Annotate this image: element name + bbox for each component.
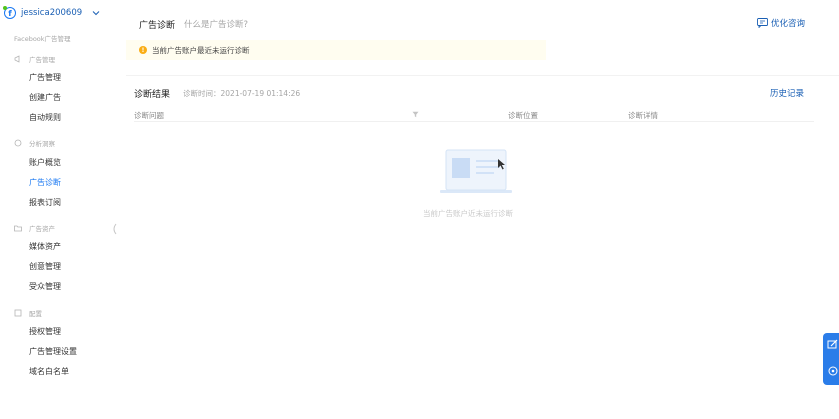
group-ad-assets: 广告资产	[14, 223, 55, 233]
sidebar-item-media-assets[interactable]: 媒体资产	[29, 241, 61, 252]
sidebar-item-authorization[interactable]: 授权管理	[29, 326, 61, 337]
column-header-issue: 诊断问题	[134, 111, 164, 120]
group-label: 广告管理	[29, 56, 55, 64]
what-is-diagnosis-link[interactable]: 什么是广告诊断?	[184, 18, 248, 30]
page-title: 广告诊断	[139, 21, 176, 31]
edit-feedback-icon[interactable]	[827, 339, 839, 351]
chat-edit-icon	[757, 18, 768, 28]
group-insights: 分析洞察	[14, 138, 55, 148]
sidebar-item-ad-management[interactable]: 广告管理	[29, 72, 61, 83]
sidebar-item-account-overview[interactable]: 账户概览	[29, 157, 61, 168]
column-header-details: 诊断详情	[628, 111, 658, 120]
sidebar-item-ad-diagnosis[interactable]: 广告诊断	[29, 177, 61, 188]
collapse-sidebar-icon[interactable]	[110, 223, 118, 235]
folder-icon	[14, 225, 22, 232]
sidebar-item-auto-rules[interactable]: 自动规则	[29, 112, 61, 123]
group-label: 分析洞察	[29, 140, 55, 148]
history-link[interactable]: 历史记录	[770, 87, 804, 99]
filter-icon[interactable]	[412, 111, 419, 118]
warning-text: 当前广告账户最近未运行诊断	[152, 46, 250, 55]
sidebar-item-domain-whitelist[interactable]: 域名白名单	[29, 366, 69, 377]
customer-service-icon[interactable]	[827, 365, 839, 377]
table-header-divider	[134, 121, 814, 122]
warning-icon: !	[139, 46, 147, 54]
sidebar-item-creative-management[interactable]: 创意管理	[29, 261, 61, 272]
results-title: 诊断结果	[134, 90, 171, 100]
group-label: 广告资产	[29, 225, 55, 233]
chart-icon	[14, 139, 22, 147]
consult-label: 优化咨询	[771, 19, 806, 29]
account-switcher[interactable]: f jessica200609	[3, 5, 83, 21]
group-label: 配置	[29, 310, 42, 318]
account-name: jessica200609	[21, 8, 83, 18]
sidebar-item-create-ad[interactable]: 创建广告	[29, 92, 61, 103]
diagnosis-time: 诊断时间：2021-07-19 01:14:26	[183, 89, 301, 98]
floating-support-widget[interactable]	[823, 333, 839, 385]
optimize-consult-button[interactable]: 优化咨询	[757, 17, 805, 29]
brand-label: Facebook广告管理	[14, 35, 71, 43]
group-ad-management: 广告管理	[14, 54, 55, 64]
facebook-logo-icon: f	[3, 6, 16, 19]
chevron-down-icon[interactable]	[92, 9, 100, 17]
group-settings: 配置	[14, 308, 42, 318]
empty-state-illustration	[440, 149, 512, 193]
sidebar-item-report-subscription[interactable]: 报表订阅	[29, 197, 61, 208]
sidebar-item-ad-settings[interactable]: 广告管理设置	[29, 346, 77, 357]
megaphone-icon	[14, 55, 20, 63]
empty-state-text: 当前广告账户近未运行诊断	[423, 209, 513, 218]
column-header-location: 诊断位置	[508, 111, 538, 120]
sidebar-item-audience-management[interactable]: 受众管理	[29, 281, 61, 292]
section-divider	[126, 75, 839, 76]
sidebar: f jessica200609 Facebook广告管理 广告管理 广告管理 创…	[0, 0, 117, 419]
settings-icon	[14, 309, 22, 317]
